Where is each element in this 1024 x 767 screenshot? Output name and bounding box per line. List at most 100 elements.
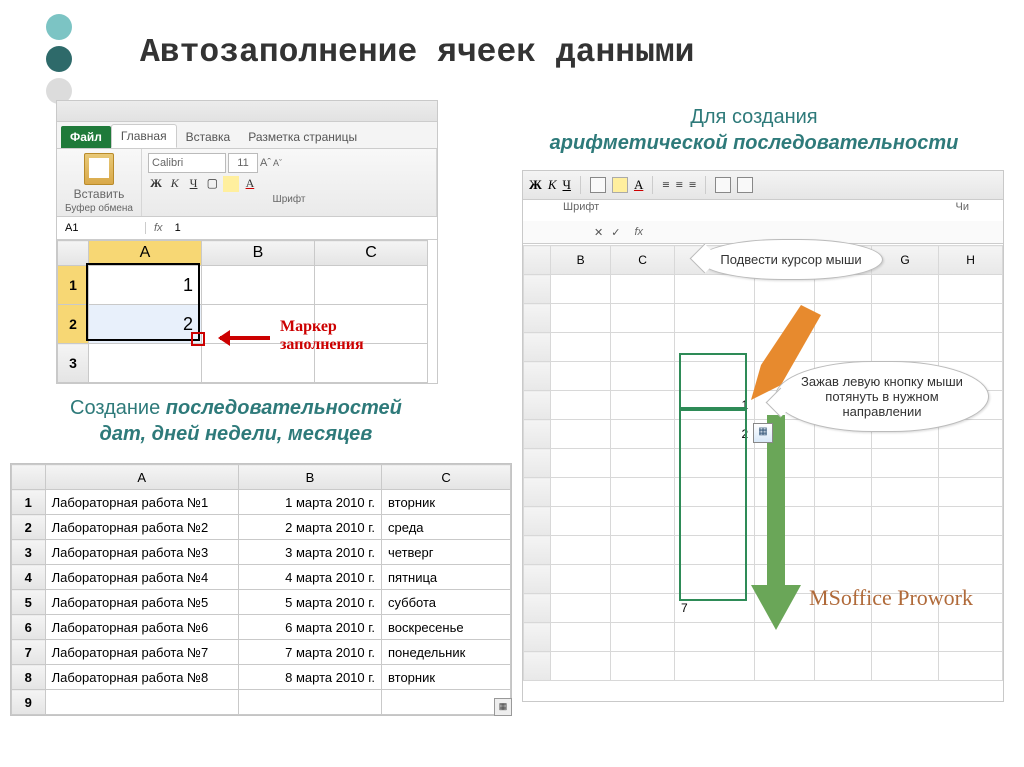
col-header[interactable]: B xyxy=(238,465,381,490)
cell[interactable] xyxy=(551,304,611,333)
italic-button[interactable]: К xyxy=(167,176,183,192)
cell[interactable]: воскресенье xyxy=(382,615,511,640)
row-header[interactable]: 1 xyxy=(58,266,89,305)
row-header[interactable] xyxy=(524,594,551,623)
cell[interactable] xyxy=(611,623,675,652)
autofill-options-icon[interactable]: ▦ xyxy=(753,423,773,443)
col-header[interactable]: A xyxy=(45,465,238,490)
cell[interactable]: 2 xyxy=(674,420,754,449)
cell[interactable]: Лабораторная работа №7 xyxy=(45,640,238,665)
align-left-icon[interactable]: ≡ xyxy=(662,177,669,193)
select-all-corner[interactable] xyxy=(12,465,46,490)
cell[interactable] xyxy=(939,478,1003,507)
cell[interactable]: Лабораторная работа №1 xyxy=(45,490,238,515)
cell[interactable] xyxy=(551,420,611,449)
row-header[interactable] xyxy=(524,565,551,594)
cell[interactable] xyxy=(674,536,754,565)
row-header[interactable]: 2 xyxy=(58,305,89,344)
cell[interactable] xyxy=(815,449,872,478)
enter-icon[interactable]: ✓ xyxy=(607,226,624,239)
cell[interactable] xyxy=(939,652,1003,681)
col-header[interactable]: C xyxy=(382,465,511,490)
align-center-icon[interactable]: ≡ xyxy=(676,177,683,193)
cell[interactable] xyxy=(815,536,872,565)
cell[interactable] xyxy=(755,652,815,681)
wrap-icon[interactable] xyxy=(737,177,753,193)
cell[interactable] xyxy=(939,304,1003,333)
cell[interactable] xyxy=(611,594,675,623)
fill-color-icon[interactable] xyxy=(612,177,628,193)
row-header[interactable]: 9 xyxy=(12,690,46,715)
cell[interactable] xyxy=(674,275,754,304)
cell[interactable] xyxy=(871,652,938,681)
font-size-select[interactable]: 11 xyxy=(228,153,258,173)
paste-button[interactable]: Вставить xyxy=(63,153,135,201)
row-header[interactable]: 8 xyxy=(12,665,46,690)
bold-button[interactable]: Ж xyxy=(148,176,164,192)
fx-icon[interactable]: fx xyxy=(146,222,171,234)
cell[interactable]: Лабораторная работа №3 xyxy=(45,540,238,565)
name-box[interactable]: A1 xyxy=(57,222,146,234)
cell[interactable] xyxy=(871,333,938,362)
cell[interactable]: Лабораторная работа №8 xyxy=(45,665,238,690)
col-header[interactable]: B xyxy=(551,246,611,275)
row-header[interactable] xyxy=(524,478,551,507)
font-color-icon[interactable]: A xyxy=(242,176,258,192)
cell[interactable] xyxy=(871,304,938,333)
cell[interactable] xyxy=(939,275,1003,304)
tab-insert[interactable]: Вставка xyxy=(177,126,240,148)
cell[interactable] xyxy=(939,333,1003,362)
cell[interactable] xyxy=(551,449,611,478)
cell[interactable]: среда xyxy=(382,515,511,540)
row-header[interactable] xyxy=(524,652,551,681)
cell[interactable] xyxy=(871,478,938,507)
row-header[interactable] xyxy=(524,333,551,362)
cell[interactable] xyxy=(611,391,675,420)
cell[interactable]: 7 марта 2010 г. xyxy=(238,640,381,665)
fill-color-icon[interactable] xyxy=(223,176,239,192)
cell[interactable] xyxy=(939,536,1003,565)
cell[interactable]: ▦ xyxy=(382,690,511,715)
cell[interactable] xyxy=(871,507,938,536)
cell[interactable] xyxy=(611,420,675,449)
select-all-corner[interactable] xyxy=(524,246,551,275)
row-header[interactable]: 7 xyxy=(12,640,46,665)
cell[interactable] xyxy=(815,652,872,681)
cell[interactable] xyxy=(871,449,938,478)
font-color-icon[interactable]: A xyxy=(634,177,643,193)
cell[interactable]: Лабораторная работа №5 xyxy=(45,590,238,615)
cell[interactable] xyxy=(674,507,754,536)
row-header[interactable]: 3 xyxy=(58,344,89,383)
row-header[interactable]: 3 xyxy=(12,540,46,565)
formula-bar[interactable]: 1 xyxy=(171,222,437,234)
cell[interactable] xyxy=(551,362,611,391)
cell[interactable] xyxy=(611,449,675,478)
col-header[interactable]: A xyxy=(89,241,202,266)
cell[interactable] xyxy=(674,449,754,478)
cell[interactable] xyxy=(551,333,611,362)
worksheet-grid[interactable]: A B C 1 1 2 2 3 xyxy=(57,240,428,383)
cell[interactable] xyxy=(551,652,611,681)
cell[interactable]: 6 марта 2010 г. xyxy=(238,615,381,640)
cell[interactable] xyxy=(551,594,611,623)
cell[interactable] xyxy=(674,478,754,507)
row-header[interactable]: 5 xyxy=(12,590,46,615)
align-right-icon[interactable]: ≡ xyxy=(689,177,696,193)
row-header[interactable] xyxy=(524,449,551,478)
cell[interactable]: суббота xyxy=(382,590,511,615)
cell[interactable] xyxy=(939,449,1003,478)
autofill-options-icon[interactable]: ▦ xyxy=(494,698,512,716)
cell[interactable]: понедельник xyxy=(382,640,511,665)
cancel-icon[interactable]: ✕ xyxy=(590,226,607,239)
cell[interactable] xyxy=(674,565,754,594)
cell[interactable] xyxy=(551,275,611,304)
cell[interactable]: 2 марта 2010 г. xyxy=(238,515,381,540)
border-icon[interactable] xyxy=(590,177,606,193)
col-header[interactable]: C xyxy=(611,246,675,275)
cell[interactable]: 3 марта 2010 г. xyxy=(238,540,381,565)
fill-handle[interactable] xyxy=(191,332,205,346)
cell[interactable] xyxy=(202,266,315,305)
cell[interactable] xyxy=(939,507,1003,536)
cell[interactable]: 1 xyxy=(89,266,202,305)
cell[interactable] xyxy=(611,507,675,536)
